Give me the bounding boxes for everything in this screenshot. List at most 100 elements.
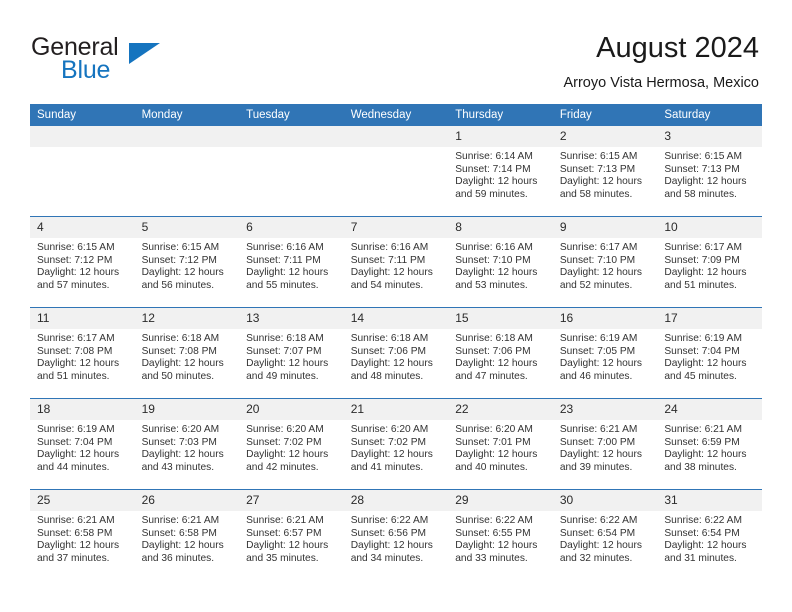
calendar-day-cell[interactable]: 1 Sunrise: 6:14 AM Sunset: 7:14 PM Daylight… [448, 126, 553, 217]
calendar-day-cell[interactable]: 18 Sunrise: 6:19 AM Sunset: 7:04 PM Dayligh… [30, 398, 135, 490]
daylight-text-line2: and 55 minutes. [246, 279, 319, 291]
day-cell-inner: 12 Sunrise: 6:18 AM Sunset: 7:08 PM Dayligh… [134, 308, 240, 398]
daylight-text-line2: and 31 minutes. [664, 552, 737, 564]
sunset-text: Sunset: 6:59 PM [664, 436, 740, 448]
calendar-day-cell[interactable]: 31 Sunrise: 6:22 AM Sunset: 6:54 PM Dayligh… [657, 489, 762, 580]
calendar-day-cell[interactable]: 25 Sunrise: 6:21 AM Sunset: 6:58 PM Dayligh… [30, 489, 135, 580]
calendar-day-cell[interactable]: 2 Sunrise: 6:15 AM Sunset: 7:13 PM Daylight… [552, 126, 658, 217]
calendar-day-cell[interactable]: 5 Sunrise: 6:15 AM Sunset: 7:12 PM Daylight… [134, 216, 240, 308]
day-cell-inner: 6 Sunrise: 6:16 AM Sunset: 7:11 PM Daylight… [239, 217, 344, 307]
day-number: 13 [239, 308, 344, 329]
day-details: Sunrise: 6:19 AM Sunset: 7:04 PM Daylight:… [657, 329, 762, 383]
sunset-text: Sunset: 7:09 PM [664, 254, 740, 266]
day-cell-inner: 17 Sunrise: 6:19 AM Sunset: 7:04 PM Dayligh… [657, 308, 762, 398]
daylight-text-line2: and 37 minutes. [37, 552, 110, 564]
calendar-day-cell[interactable]: 14 Sunrise: 6:18 AM Sunset: 7:06 PM Dayligh… [343, 307, 449, 399]
day-number: 1 [448, 126, 553, 147]
calendar-day-cell[interactable]: 27 Sunrise: 6:21 AM Sunset: 6:57 PM Dayligh… [239, 489, 344, 580]
sunset-text: Sunset: 7:08 PM [37, 345, 113, 357]
daylight-text-line1: Daylight: 12 hours [559, 540, 642, 552]
day-cell-inner: 13 Sunrise: 6:18 AM Sunset: 7:07 PM Dayligh… [239, 308, 344, 398]
daylight-text-line1: Daylight: 12 hours [455, 358, 538, 370]
day-details: Sunrise: 6:21 AM Sunset: 6:57 PM Daylight:… [239, 511, 344, 565]
weekday-header-saturday: Saturday [657, 104, 762, 126]
daylight-text-line1: Daylight: 12 hours [350, 449, 433, 461]
daylight-text-line2: and 41 minutes. [350, 461, 424, 473]
day-details: Sunrise: 6:15 AM Sunset: 7:12 PM Daylight:… [135, 238, 240, 292]
calendar-day-cell[interactable]: 15 Sunrise: 6:18 AM Sunset: 7:06 PM Dayligh… [448, 307, 553, 399]
sunrise-text: Sunrise: 6:22 AM [350, 515, 429, 526]
calendar-day-cell-empty [239, 126, 344, 217]
calendar-day-cell[interactable]: 30 Sunrise: 6:22 AM Sunset: 6:54 PM Dayligh… [552, 489, 658, 580]
day-details: Sunrise: 6:21 AM Sunset: 6:58 PM Daylight:… [30, 511, 135, 565]
day-cell-inner: 23 Sunrise: 6:21 AM Sunset: 7:00 PM Dayligh… [552, 399, 658, 489]
page-header: General Blue August 2024 Arroyo Vista He… [0, 0, 792, 104]
weekday-header-wednesday: Wednesday [343, 104, 449, 126]
daylight-text-line1: Daylight: 12 hours [664, 540, 747, 552]
calendar-day-cell[interactable]: 29 Sunrise: 6:22 AM Sunset: 6:55 PM Dayligh… [448, 489, 553, 580]
sunrise-text: Sunrise: 6:20 AM [455, 424, 533, 435]
calendar-day-cell[interactable]: 7 Sunrise: 6:16 AM Sunset: 7:11 PM Daylight… [343, 216, 449, 308]
calendar-week-row: 11 Sunrise: 6:17 AM Sunset: 7:08 PM Dayligh… [30, 307, 762, 399]
calendar-day-cell[interactable]: 19 Sunrise: 6:20 AM Sunset: 7:03 PM Dayligh… [134, 398, 240, 490]
sunrise-text: Sunrise: 6:21 AM [246, 515, 324, 526]
calendar-week-row: 4 Sunrise: 6:15 AM Sunset: 7:12 PM Daylight… [30, 216, 762, 308]
calendar-day-cell[interactable]: 23 Sunrise: 6:21 AM Sunset: 7:00 PM Dayligh… [552, 398, 658, 490]
daylight-text-line1: Daylight: 12 hours [559, 267, 642, 279]
day-details: Sunrise: 6:21 AM Sunset: 7:00 PM Daylight:… [553, 420, 658, 474]
daylight-text-line1: Daylight: 12 hours [664, 358, 747, 370]
day-number: 11 [30, 308, 135, 329]
calendar-day-cell[interactable]: 20 Sunrise: 6:20 AM Sunset: 7:02 PM Dayligh… [239, 398, 344, 490]
calendar-day-cell[interactable]: 26 Sunrise: 6:21 AM Sunset: 6:58 PM Dayligh… [134, 489, 240, 580]
day-cell-inner: 8 Sunrise: 6:16 AM Sunset: 7:10 PM Daylight… [448, 217, 553, 307]
calendar-week-row: 25 Sunrise: 6:21 AM Sunset: 6:58 PM Dayligh… [30, 489, 762, 580]
sunrise-text: Sunrise: 6:18 AM [350, 333, 429, 344]
day-number [30, 126, 135, 147]
calendar-day-cell[interactable]: 9 Sunrise: 6:17 AM Sunset: 7:10 PM Daylight… [552, 216, 658, 308]
daylight-text-line1: Daylight: 12 hours [141, 540, 224, 552]
calendar-day-cell[interactable]: 28 Sunrise: 6:22 AM Sunset: 6:56 PM Dayligh… [343, 489, 449, 580]
day-details: Sunrise: 6:20 AM Sunset: 7:02 PM Daylight:… [239, 420, 344, 474]
day-details: Sunrise: 6:17 AM Sunset: 7:08 PM Daylight:… [30, 329, 135, 383]
daylight-text-line1: Daylight: 12 hours [37, 267, 120, 279]
sunrise-text: Sunrise: 6:22 AM [455, 515, 533, 526]
calendar-day-cell[interactable]: 21 Sunrise: 6:20 AM Sunset: 7:02 PM Dayligh… [343, 398, 449, 490]
sunrise-text: Sunrise: 6:14 AM [455, 151, 533, 162]
calendar-day-cell[interactable]: 12 Sunrise: 6:18 AM Sunset: 7:08 PM Dayligh… [134, 307, 240, 399]
calendar-day-cell-empty [134, 126, 240, 217]
title-block: August 2024 Arroyo Vista Hermosa, Mexico [563, 30, 759, 94]
calendar-day-cell[interactable]: 4 Sunrise: 6:15 AM Sunset: 7:12 PM Daylight… [30, 216, 135, 308]
day-cell-inner: 11 Sunrise: 6:17 AM Sunset: 7:08 PM Dayligh… [30, 308, 135, 398]
calendar-page: General Blue August 2024 Arroyo Vista He… [0, 0, 792, 612]
day-details: Sunrise: 6:15 AM Sunset: 7:12 PM Daylight:… [30, 238, 135, 292]
daylight-text-line2: and 54 minutes. [350, 279, 424, 291]
calendar-day-cell[interactable]: 13 Sunrise: 6:18 AM Sunset: 7:07 PM Dayligh… [239, 307, 344, 399]
day-cell-inner: 14 Sunrise: 6:18 AM Sunset: 7:06 PM Dayligh… [343, 308, 449, 398]
calendar-day-cell[interactable]: 8 Sunrise: 6:16 AM Sunset: 7:10 PM Daylight… [448, 216, 553, 308]
sunset-text: Sunset: 6:58 PM [141, 527, 217, 539]
calendar-day-cell[interactable]: 22 Sunrise: 6:20 AM Sunset: 7:01 PM Dayligh… [448, 398, 553, 490]
calendar-day-cell[interactable]: 6 Sunrise: 6:16 AM Sunset: 7:11 PM Daylight… [239, 216, 344, 308]
day-number: 27 [239, 490, 344, 511]
calendar-day-cell[interactable]: 16 Sunrise: 6:19 AM Sunset: 7:05 PM Dayligh… [552, 307, 658, 399]
day-details: Sunrise: 6:15 AM Sunset: 7:13 PM Daylight:… [553, 147, 658, 201]
sunrise-text: Sunrise: 6:15 AM [37, 242, 115, 253]
calendar-day-cell[interactable]: 17 Sunrise: 6:19 AM Sunset: 7:04 PM Dayligh… [657, 307, 762, 399]
day-number: 26 [134, 490, 240, 511]
calendar-day-cell[interactable]: 10 Sunrise: 6:17 AM Sunset: 7:09 PM Dayligh… [657, 216, 762, 308]
calendar-day-cell[interactable]: 3 Sunrise: 6:15 AM Sunset: 7:13 PM Daylight… [657, 126, 762, 217]
day-number: 18 [30, 399, 135, 420]
sunset-text: Sunset: 7:11 PM [246, 254, 321, 266]
sunrise-text: Sunrise: 6:20 AM [246, 424, 324, 435]
day-cell-inner: 31 Sunrise: 6:22 AM Sunset: 6:54 PM Dayligh… [657, 490, 762, 580]
general-blue-logo[interactable]: General Blue [31, 34, 231, 90]
daylight-text-line2: and 56 minutes. [141, 279, 215, 291]
sunrise-text: Sunrise: 6:15 AM [664, 151, 742, 162]
sunset-text: Sunset: 7:03 PM [141, 436, 217, 448]
calendar-day-cell[interactable]: 11 Sunrise: 6:17 AM Sunset: 7:08 PM Dayligh… [30, 307, 135, 399]
sunrise-text: Sunrise: 6:21 AM [559, 424, 638, 435]
day-cell-inner: 25 Sunrise: 6:21 AM Sunset: 6:58 PM Dayligh… [30, 490, 135, 580]
calendar-day-cell[interactable]: 24 Sunrise: 6:21 AM Sunset: 6:59 PM Dayligh… [657, 398, 762, 490]
day-number: 31 [657, 490, 762, 511]
day-number: 24 [657, 399, 762, 420]
